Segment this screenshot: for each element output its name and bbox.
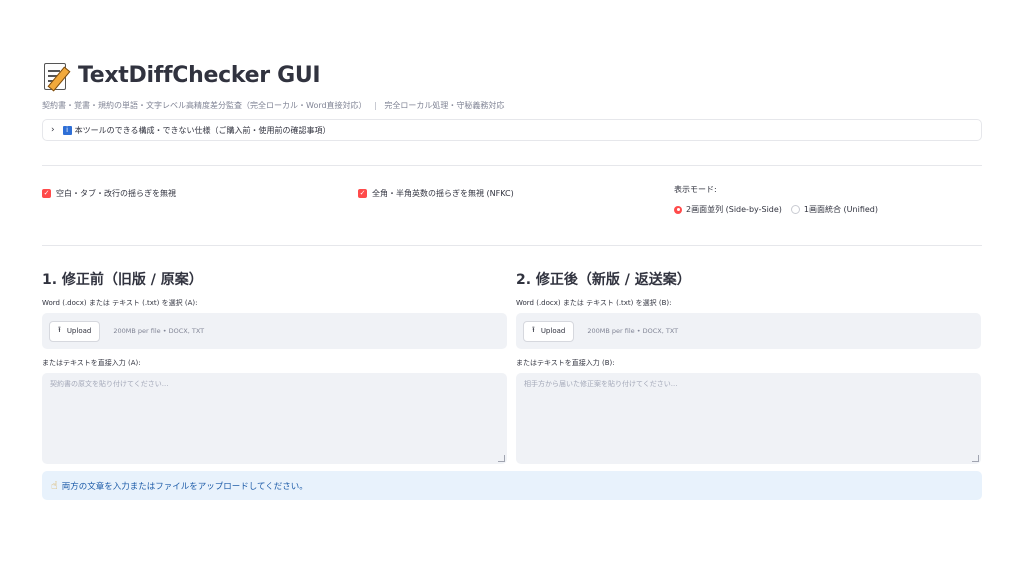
- before-column: 1. 修正前（旧版 / 原案） Word (.docx) または テキスト (.…: [42, 269, 507, 464]
- caption-separator: |: [374, 101, 377, 110]
- alert-message: 両方の文章を入力またはファイルをアップロードしてください。: [61, 481, 308, 492]
- after-upload-button[interactable]: ⭱ Upload: [523, 320, 575, 342]
- after-upload-label: Upload: [540, 327, 566, 335]
- before-file-uploader[interactable]: ⭱ Upload 200MB per file • DOCX, TXT: [42, 313, 507, 349]
- before-text-placeholder: 契約書の原文を貼り付けてください...: [50, 380, 169, 388]
- caption-tail: 完全ローカル処理・守秘義務対応: [384, 101, 505, 110]
- resize-handle-icon[interactable]: [498, 455, 505, 462]
- before-upload-hint: 200MB per file • DOCX, TXT: [113, 327, 205, 335]
- ignore-width-checkbox[interactable]: ✓ 全角・半角英数の揺らぎを無視 (NFKC): [358, 188, 514, 199]
- before-heading: 1. 修正前（旧版 / 原案）: [42, 272, 203, 288]
- info-alert: ☝ 両方の文章を入力またはファイルをアップロードしてください。: [42, 471, 982, 500]
- title-row: TextDiffChecker GUI: [42, 58, 982, 92]
- page-title: TextDiffChecker GUI: [78, 62, 321, 88]
- ignore-whitespace-label: 空白・タブ・改行の揺らぎを無視: [56, 189, 176, 198]
- upload-icon: ⭱: [58, 325, 61, 334]
- after-file-label: Word (.docx) または テキスト (.txt) を選択 (B):: [516, 299, 672, 307]
- ignore-whitespace-checkbox[interactable]: ✓ 空白・タブ・改行の揺らぎを無視: [42, 188, 176, 199]
- before-upload-label: Upload: [66, 327, 92, 335]
- expander-label: 本ツールのできる構成・できない仕様（ご購入前・使用前の確認事項）: [74, 125, 331, 135]
- display-mode-radio-group: 2画面並列 (Side-by-Side) 1画面統合 (Unified): [674, 204, 878, 215]
- before-text-label: またはテキストを直接入力 (A):: [42, 359, 141, 367]
- checkbox-checked-icon: ✓: [42, 189, 51, 198]
- radio-unified-label[interactable]: 1画面統合 (Unified): [804, 204, 878, 215]
- before-text-input[interactable]: 契約書の原文を貼り付けてください...: [42, 373, 507, 464]
- caption-text: 契約書・覚書・規約の単語・文字レベル高精度差分監査（完全ローカル・Word直接対…: [42, 101, 367, 110]
- chevron-right-icon: ›: [51, 125, 55, 135]
- info-icon: i: [62, 125, 72, 135]
- ignore-width-label: 全角・半角英数の揺らぎを無視 (NFKC): [372, 189, 514, 198]
- resize-handle-icon[interactable]: [972, 455, 979, 462]
- display-mode-label: 表示モード:: [674, 185, 717, 194]
- upload-icon: ⭱: [532, 325, 535, 334]
- memo-icon: [42, 60, 71, 92]
- after-column: 2. 修正後（新版 / 返送案） Word (.docx) または テキスト (…: [516, 269, 981, 464]
- after-file-uploader[interactable]: ⭱ Upload 200MB per file • DOCX, TXT: [516, 313, 981, 349]
- checkbox-checked-icon: ✓: [358, 189, 367, 198]
- radio-side-by-side-label[interactable]: 2画面並列 (Side-by-Side): [686, 204, 782, 215]
- before-upload-button[interactable]: ⭱ Upload: [49, 320, 101, 342]
- after-text-input[interactable]: 相手方から届いた修正案を貼り付けてください...: [516, 373, 981, 464]
- after-text-label: またはテキストを直接入力 (B):: [516, 359, 615, 367]
- radio-selected-icon[interactable]: [674, 205, 682, 214]
- pointing-hand-icon: ☝: [51, 479, 58, 492]
- page-caption: 契約書・覚書・規約の単語・文字レベル高精度差分監査（完全ローカル・Word直接対…: [42, 100, 982, 111]
- before-file-label: Word (.docx) または テキスト (.txt) を選択 (A):: [42, 299, 198, 307]
- divider-top: [42, 165, 982, 166]
- divider-middle: [42, 245, 982, 246]
- after-heading: 2. 修正後（新版 / 返送案）: [516, 272, 691, 288]
- spec-expander[interactable]: › i 本ツールのできる構成・できない仕様（ご購入前・使用前の確認事項）: [42, 119, 982, 141]
- main-container: TextDiffChecker GUI 契約書・覚書・規約の単語・文字レベル高精…: [42, 58, 982, 500]
- after-upload-hint: 200MB per file • DOCX, TXT: [587, 327, 679, 335]
- after-text-placeholder: 相手方から届いた修正案を貼り付けてください...: [524, 380, 678, 388]
- radio-unselected-icon[interactable]: [790, 205, 800, 214]
